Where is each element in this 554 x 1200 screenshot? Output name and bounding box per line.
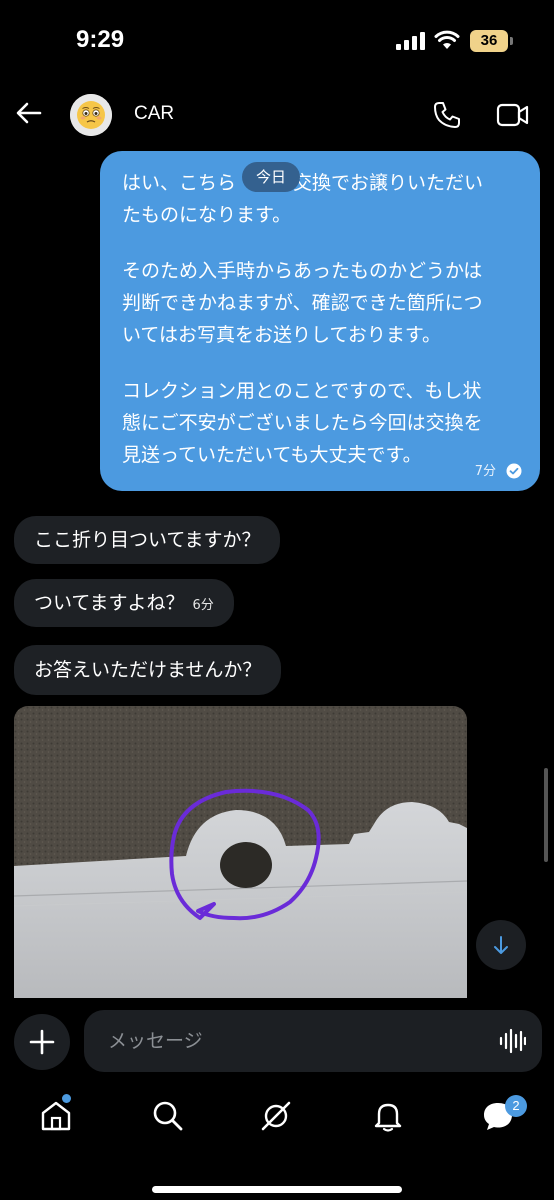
home-icon[interactable] (38, 1098, 74, 1134)
message-line-blank (122, 231, 518, 255)
incoming-message-bubble[interactable]: ついてますよね？ 6分 (14, 579, 234, 627)
message-line: はい、こちら 交換でお譲りいただい (122, 172, 484, 194)
voice-message-icon[interactable] (498, 1027, 526, 1055)
status-bar: 9:29 36 (0, 0, 554, 80)
message-text: ついてますよね？ (34, 592, 185, 614)
message-text: ここ折り目ついてますか？ (34, 529, 261, 551)
scroll-to-bottom-button[interactable] (476, 920, 526, 970)
contact-name[interactable]: CAR (134, 103, 174, 125)
add-attachment-button[interactable] (14, 1014, 70, 1070)
message-line: いてはお写真をお送りしております。 (122, 324, 442, 346)
arrow-down-icon (494, 936, 508, 954)
message-line: そのため入手時からあったものかどうかは (122, 260, 483, 282)
message-line: 見送っていただいても大丈夫です。 (122, 444, 422, 466)
outgoing-message-bubble[interactable]: はい、こちら 交換でお譲りいただい たものになります。 そのため入手時からあった… (100, 151, 540, 491)
signal-icon (396, 32, 425, 50)
battery-indicator: 36 (470, 30, 513, 52)
message-input[interactable] (108, 1010, 488, 1072)
message-timestamp: 7分 (474, 464, 496, 479)
message-line: 判断できかねますが、確認できた箇所につ (122, 292, 483, 314)
search-icon[interactable] (150, 1098, 186, 1134)
status-time: 9:29 (76, 26, 125, 53)
messages-badge: 2 (505, 1095, 527, 1117)
message-line-blank (122, 351, 518, 375)
grok-icon[interactable] (258, 1098, 294, 1134)
read-receipt-icon (506, 463, 522, 479)
message-line: たものになります。 (122, 204, 292, 226)
message-text: お答えいただけませんか？ (34, 659, 262, 681)
wifi-icon (434, 30, 460, 49)
date-divider: 今日 (242, 162, 301, 192)
back-arrow-icon[interactable] (14, 98, 44, 128)
message-timestamp: 6分 (192, 598, 214, 613)
notifications-icon[interactable] (370, 1098, 406, 1134)
message-field[interactable] (84, 1010, 542, 1072)
message-line: コレクション用とのことですので、もし状 (122, 380, 482, 402)
plus-icon (29, 1029, 55, 1055)
home-indicator[interactable] (152, 1186, 402, 1193)
photo-image (14, 706, 467, 998)
message-line: 態にご不安がございましたら今回は交換を (122, 412, 483, 434)
video-call-icon[interactable] (496, 100, 530, 130)
worried-face-icon (70, 94, 112, 136)
avatar[interactable] (70, 94, 112, 136)
incoming-message-bubble[interactable]: お答えいただけませんか？ (14, 645, 282, 695)
home-notification-dot (62, 1094, 71, 1103)
phone-icon[interactable] (432, 100, 462, 130)
chat-header: CAR (0, 80, 554, 152)
scrollbar[interactable] (544, 768, 548, 862)
incoming-message-bubble[interactable]: ここ折り目ついてますか？ (14, 516, 281, 564)
photo-attachment[interactable] (14, 706, 467, 998)
